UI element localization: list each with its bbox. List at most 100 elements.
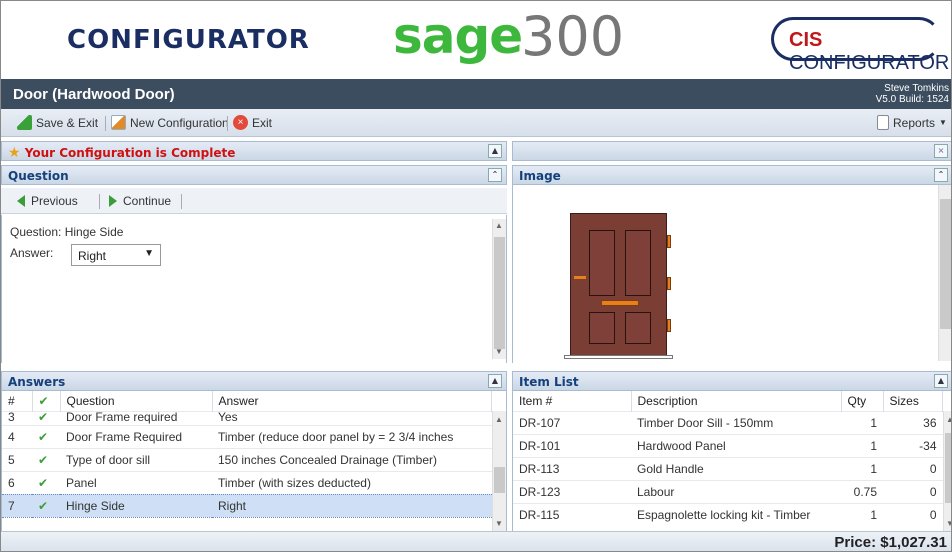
sizes-cell: 0 [883,456,943,480]
check-icon: ✔ [38,429,49,444]
table-row[interactable]: DR-107 Timber Door Sill - 150mm 1 36 [513,410,943,434]
user-info: Steve Tomkins V5.0 Build: 1524 [876,83,949,105]
check-icon: ✔ [38,393,49,408]
complete-message: Your Configuration is Complete [24,146,236,160]
check-cell: ✔ [32,424,60,448]
item-number-cell: DR-123 [513,479,631,503]
save-exit-button[interactable]: Save & Exit [17,115,98,130]
check-column-header[interactable]: ✔ [32,391,61,411]
previous-button[interactable]: Previous [17,194,78,208]
door-sill [564,355,673,359]
scroll-thumb[interactable] [940,199,951,329]
check-cell: ✔ [32,493,60,518]
table-row-selected[interactable]: 7 ✔ Hinge Side Right [2,493,492,518]
exit-button[interactable]: × Exit [233,115,272,130]
previous-label: Previous [31,194,78,208]
banner: CONFIGURATOR sage 300 CIS CONFIGURATOR [1,1,951,79]
table-row[interactable]: 6 ✔ Panel Timber (with sizes deducted) [2,470,492,494]
door-image [570,213,667,359]
check-icon: ✔ [38,498,49,513]
reports-menu[interactable]: Reports ▼ [877,115,947,130]
door-panel [589,312,615,344]
scroll-thumb[interactable] [945,433,951,503]
sizes-cell: 0 [883,502,943,526]
column-header[interactable]: Item # [513,391,632,411]
qty-cell: 1 [841,433,883,457]
scroll-down-icon: ▼ [495,347,503,356]
column-header[interactable]: Answer [212,391,492,411]
answer-cell: Right [212,493,492,518]
table-row[interactable]: DR-123 Labour 0.75 0 [513,479,943,503]
collapse-status-button[interactable]: ▲ [488,144,502,158]
image-scrollbar[interactable] [938,185,951,361]
new-document-icon [111,115,126,130]
qty-cell: 1 [841,456,883,480]
door-hinge [667,277,671,290]
description-cell: Gold Handle [631,456,841,480]
chevron-down-icon: ▼ [939,118,947,127]
sizes-cell: -34 [883,433,943,457]
door-hinge [667,319,671,332]
title-bar: Door (Hardwood Door) Steve Tomkins V5.0 … [1,79,951,109]
status-bar-right: × [512,141,951,161]
item-number-cell: DR-101 [513,433,631,457]
scroll-up-icon: ▲ [495,221,503,230]
collapse-question-button[interactable]: ⌃ [488,168,502,182]
continue-button[interactable]: Continue [109,194,171,208]
door-hinge [667,235,671,248]
table-row[interactable]: 3 ✔ Door Frame required Yes [2,410,492,425]
table-row[interactable]: DR-101 Hardwood Panel 1 -34 [513,433,943,457]
column-header[interactable]: Qty [841,391,884,411]
star-icon: ★ [8,145,21,161]
answers-panel-title: Answers [8,375,66,389]
check-icon: ✔ [38,475,49,490]
page-title: Door (Hardwood Door) [13,86,175,103]
toolbar: Save & Exit New Configuration × Exit Rep… [1,109,951,137]
check-cell: ✔ [32,410,60,425]
column-header[interactable]: Sizes [883,391,943,411]
question-cell: Panel [60,470,212,494]
scroll-thumb[interactable] [494,237,505,349]
table-row[interactable]: 5 ✔ Type of door sill 150 inches Conceal… [2,447,492,471]
qty-cell: 0.75 [841,479,883,503]
price-total: Price: $1,027.31 [834,534,947,551]
chevron-down-icon: ▼ [144,248,154,259]
close-panel-button[interactable]: × [934,144,948,158]
collapse-item-list-button[interactable]: ▲ [934,374,948,388]
save-exit-label: Save & Exit [36,115,99,130]
scroll-thumb[interactable] [494,467,505,493]
nav-divider [181,194,182,209]
table-row[interactable]: 4 ✔ Door Frame Required Timber (reduce d… [2,424,492,448]
collapse-answers-button[interactable]: ▲ [488,374,502,388]
status-bar: ★ Your Configuration is Complete ▲ [1,141,507,161]
item-list-table: Item # Description Qty Sizes DR-107 Timb… [513,391,943,526]
answer-cell: Timber (reduce door panel by = 2 3/4 inc… [212,424,492,448]
column-header[interactable]: Description [631,391,842,411]
column-header[interactable]: Question [60,391,213,411]
collapse-image-button[interactable]: ⌃ [934,168,948,182]
question-scrollbar[interactable]: ▲ ▼ [492,219,506,359]
item-list-scrollbar[interactable]: ▲ ▼ [943,411,951,531]
report-icon [877,115,889,130]
table-row[interactable]: DR-115 Espagnolette locking kit - Timber… [513,502,943,526]
answers-scrollbar[interactable]: ▲ ▼ [492,411,506,531]
new-configuration-label: New Configuration [130,115,229,130]
answer-select[interactable]: Right ▼ [71,244,161,266]
cis-configurator-logo: CIS CONFIGURATOR [789,29,951,75]
answers-header-row: # ✔ Question Answer [2,391,492,411]
user-name: Steve Tomkins [884,83,949,94]
answer-cell: Timber (with sizes deducted) [212,470,492,494]
question-label: Question: [10,225,62,239]
column-header[interactable]: # [2,391,33,411]
table-row[interactable]: DR-113 Gold Handle 1 0 [513,456,943,480]
item-list-body: Item # Description Qty Sizes DR-107 Timb… [512,391,951,531]
check-icon: ✔ [38,452,49,467]
scroll-up-icon: ▲ [946,415,951,424]
nav-divider [99,194,100,209]
image-panel-header: Image ⌃ [512,165,951,185]
save-icon [17,115,32,130]
qty-cell: 1 [841,410,883,434]
new-configuration-button[interactable]: New Configuration [111,115,229,130]
question-line: Question: Hinge Side [10,225,123,239]
exit-label: Exit [252,115,273,130]
